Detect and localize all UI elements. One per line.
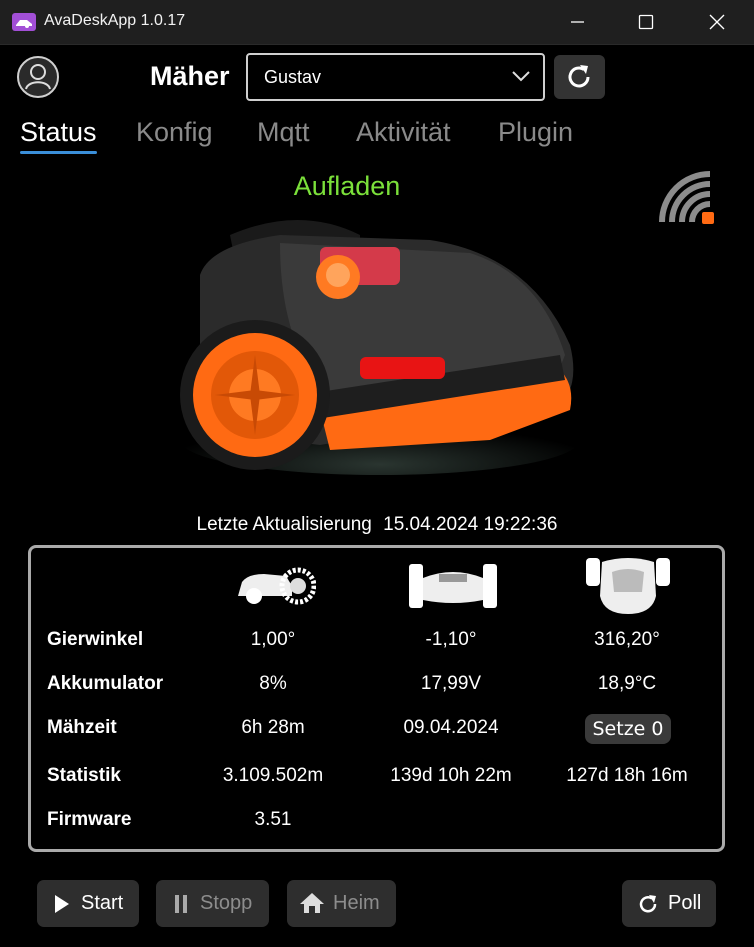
stats-panel: Gierwinkel Akkumulator Mähzeit Statistik…: [28, 545, 725, 852]
window-title: AvaDeskApp 1.0.17: [44, 12, 186, 29]
minimize-button[interactable]: [555, 6, 601, 38]
value-firmware: 3.51: [254, 809, 292, 830]
value-yaw-3: 316,20°: [594, 629, 660, 650]
app-icon: [12, 13, 36, 31]
last-update-label: Letzte Aktualisierung: [196, 514, 372, 535]
tab-plugin[interactable]: Plugin: [498, 117, 573, 148]
value-yaw-2: -1,10°: [425, 629, 477, 650]
wifi-signal-icon: [659, 171, 714, 224]
active-tab-indicator: [20, 151, 97, 154]
stop-button[interactable]: Stopp: [156, 880, 269, 927]
tab-status[interactable]: Status: [20, 117, 97, 148]
value-mow-time: 6h 28m: [241, 717, 305, 738]
play-icon: [55, 895, 69, 913]
value-mow-date: 09.04.2024: [403, 717, 499, 738]
chevron-down-icon: [512, 71, 530, 82]
last-update: Letzte Aktualisierung 15.04.2024 19:22:3…: [0, 514, 754, 536]
refresh-mowers-button[interactable]: [554, 55, 605, 99]
maximize-button[interactable]: [623, 6, 669, 38]
tab-konfig[interactable]: Konfig: [136, 117, 213, 148]
mower-top-icon: [586, 558, 670, 614]
value-total-time: 139d 10h 22m: [390, 765, 512, 786]
mower-select[interactable]: Gustav: [246, 53, 545, 101]
stop-label: Stopp: [200, 892, 253, 914]
refresh-icon: [568, 65, 590, 88]
mower-image: [180, 220, 580, 475]
row-label-akkumulator: Akkumulator: [47, 673, 164, 694]
value-distance: 3.109.502m: [222, 765, 324, 786]
start-label: Start: [81, 892, 124, 914]
poll-button[interactable]: Poll: [622, 880, 716, 927]
title-bar: AvaDeskApp 1.0.17: [0, 0, 754, 45]
row-label-maehzeit: Mähzeit: [47, 717, 117, 738]
value-battery-temp: 18,9°C: [597, 673, 657, 694]
user-icon: [25, 64, 51, 90]
home-icon: [300, 893, 324, 913]
row-label-firmware: Firmware: [47, 809, 132, 830]
poll-label: Poll: [668, 892, 702, 914]
value-battery-percent: 8%: [259, 673, 287, 694]
start-button[interactable]: Start: [37, 880, 139, 927]
value-yaw-1: 1,00°: [250, 629, 296, 650]
tab-aktivitaet[interactable]: Aktivität: [356, 117, 451, 148]
home-label: Heim: [333, 892, 380, 914]
user-avatar-button[interactable]: [17, 56, 59, 98]
tab-mqtt[interactable]: Mqtt: [257, 117, 310, 148]
reset-blade-time-button[interactable]: Setze 0: [585, 714, 671, 744]
mower-side-icon: [238, 567, 316, 605]
value-blade-time: 127d 18h 16m: [566, 765, 688, 786]
mower-state: Aufladen: [293, 171, 401, 201]
mower-front-icon: [409, 564, 497, 608]
value-battery-voltage: 17,99V: [420, 673, 482, 694]
row-label-statistik: Statistik: [47, 765, 121, 786]
last-update-value: 15.04.2024 19:22:36: [383, 514, 558, 535]
pause-icon: [175, 895, 187, 913]
mower-label: Mäher: [150, 61, 230, 91]
close-button[interactable]: [694, 6, 740, 38]
home-button[interactable]: Heim: [287, 880, 396, 927]
row-label-gierwinkel: Gierwinkel: [47, 629, 144, 650]
refresh-icon: [639, 895, 657, 913]
mower-select-value: Gustav: [264, 67, 322, 87]
